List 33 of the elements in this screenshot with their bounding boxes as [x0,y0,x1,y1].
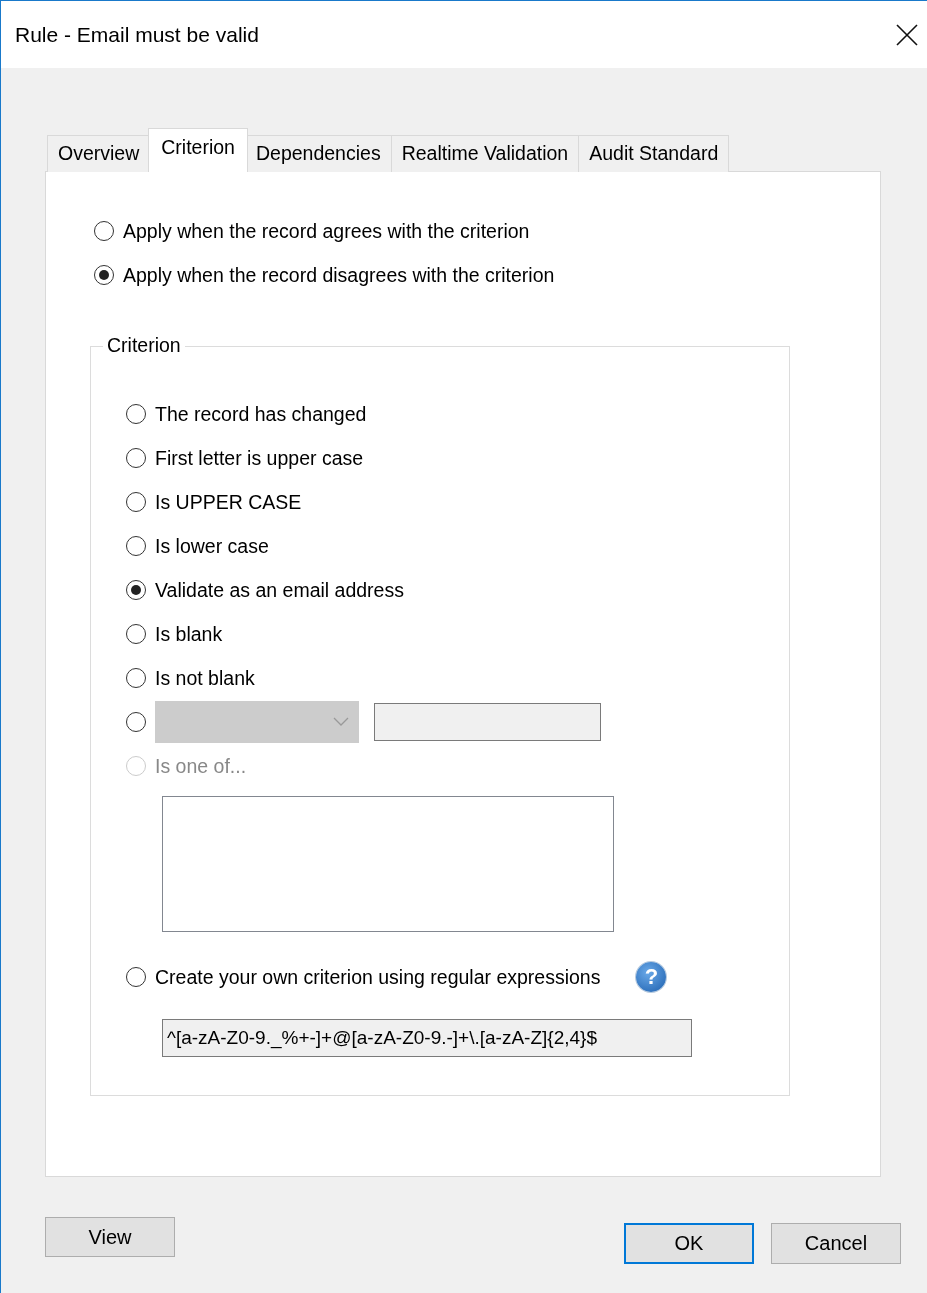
regex-field[interactable]: ^[a-zA-Z0-9._%+-]+@[a-zA-Z0-9.-]+\.[a-zA-Z]{2,4}$ [162,1019,692,1057]
radio-button[interactable] [126,404,146,424]
radio-button[interactable] [126,492,146,512]
value-field[interactable] [374,703,601,741]
chevron-down-icon [333,717,349,727]
radio-label[interactable]: Is lower case [155,534,269,558]
radio-button[interactable] [94,221,114,241]
tab[interactable]: Realtime Validation [390,135,580,172]
radio-button[interactable] [126,580,146,600]
radio-label[interactable]: Apply when the record disagrees with the criterion [123,263,555,287]
radio-label[interactable]: Create your own criterion using regular expressions [155,965,601,989]
radio-label[interactable]: Validate as an email address [155,578,404,602]
window-title: Rule - Email must be valid [15,22,259,47]
radio-label[interactable]: The record has changed [155,402,367,426]
dialog-button[interactable]: Cancel [771,1223,901,1264]
radio-button[interactable] [126,668,146,688]
dialog-button[interactable]: View [45,1217,175,1257]
radio-label[interactable]: Is not blank [155,666,255,690]
radio-label[interactable]: First letter is upper case [155,446,364,470]
tab[interactable]: Overview [47,135,151,172]
radio-button[interactable] [126,624,146,644]
tab[interactable]: Criterion [148,128,248,172]
radio-button[interactable] [126,448,146,468]
radio-button[interactable] [126,536,146,556]
tab[interactable]: Audit Standard [578,135,730,172]
close-icon[interactable] [896,23,918,46]
radio-button[interactable] [126,967,146,987]
radio-button[interactable] [126,712,146,732]
radio-button[interactable] [94,265,114,285]
radio-label[interactable]: Is UPPER CASE [155,490,302,514]
dialog-button[interactable]: OK [624,1223,754,1264]
radio-label[interactable]: Apply when the record agrees with the criterion [123,219,530,243]
radio-label[interactable]: Is blank [155,622,223,646]
